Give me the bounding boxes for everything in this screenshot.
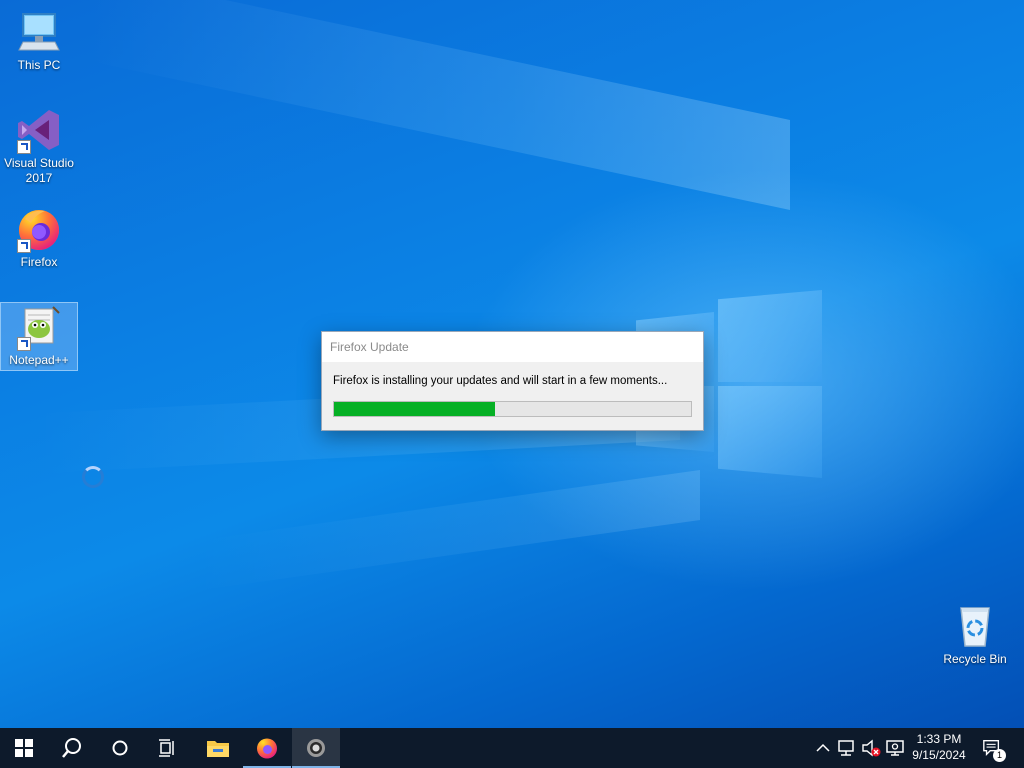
volume-tray-button[interactable] (861, 738, 881, 758)
chevron-up-icon (816, 743, 830, 752)
desktop-icon-firefox[interactable]: Firefox (1, 205, 77, 270)
desktop-icon-label: Notepad++ (9, 353, 69, 367)
firefox-icon (257, 738, 277, 759)
wallpaper-beam (90, 0, 790, 211)
dialog-message: Firefox is installing your updates and w… (333, 375, 668, 387)
updater-icon (307, 739, 325, 757)
update-progress-fill (334, 402, 495, 416)
desktop-icon-label: Recycle Bin (943, 652, 1007, 666)
task-view-button[interactable] (144, 728, 192, 768)
desktop-icon-label: Visual Studio 2017 (4, 156, 74, 185)
action-center-button[interactable]: 1 (982, 738, 1006, 762)
visual-studio-icon (15, 106, 63, 154)
clock-time: 1:33 PM (916, 732, 962, 746)
desktop-icon-recycle-bin[interactable]: Recycle Bin (937, 602, 1013, 667)
shortcut-arrow-icon (17, 239, 31, 253)
folder-icon (207, 741, 229, 757)
display-tray-button[interactable] (885, 738, 905, 758)
task-view-icon (159, 739, 174, 757)
busy-cursor-icon (82, 466, 104, 488)
network-tray-button[interactable] (837, 738, 857, 758)
notification-count-badge: 1 (993, 749, 1006, 762)
firefox-taskbar-button[interactable] (243, 728, 291, 768)
update-progress-bar (333, 401, 692, 417)
volume-muted-icon (862, 739, 881, 757)
firefox-icon (15, 205, 63, 253)
file-explorer-button[interactable] (194, 728, 242, 768)
shortcut-arrow-icon (17, 140, 31, 154)
windows-start-icon (15, 739, 33, 757)
desktop-icon-label: Firefox (20, 255, 58, 269)
start-button[interactable] (0, 728, 48, 768)
desktop[interactable]: This PC Visual Studio 2017 Firefox Notep… (0, 0, 1024, 728)
cortana-button[interactable] (96, 728, 144, 768)
firefox-updater-taskbar-button[interactable] (292, 728, 340, 768)
desktop-icon-visual-studio[interactable]: Visual Studio 2017 (1, 106, 77, 186)
desktop-icon-notepad-plus-plus[interactable]: Notepad++ (0, 302, 78, 371)
network-icon (838, 740, 854, 756)
recycle-bin-icon (951, 602, 999, 650)
search-button[interactable] (48, 728, 96, 768)
search-icon (62, 738, 81, 758)
this-pc-icon (15, 8, 63, 56)
desktop-icon-label: This PC (17, 58, 61, 72)
desktop-icon-this-pc[interactable]: This PC (1, 8, 77, 73)
shortcut-arrow-icon (17, 337, 31, 351)
clock-date: 9/15/2024 (912, 748, 966, 762)
firefox-update-dialog[interactable]: Firefox Update Firefox is installing you… (321, 331, 704, 431)
cortana-circle-icon (112, 740, 128, 756)
system-clock[interactable]: 1:33 PM 9/15/2024 (904, 731, 974, 763)
show-hidden-icons-button[interactable] (813, 738, 833, 758)
taskbar: 1:33 PM 9/15/2024 1 (0, 728, 1024, 768)
display-icon (886, 740, 904, 756)
notepad-plus-plus-icon (15, 303, 63, 351)
wallpaper-beam (200, 470, 700, 591)
dialog-title[interactable]: Firefox Update (322, 332, 703, 362)
